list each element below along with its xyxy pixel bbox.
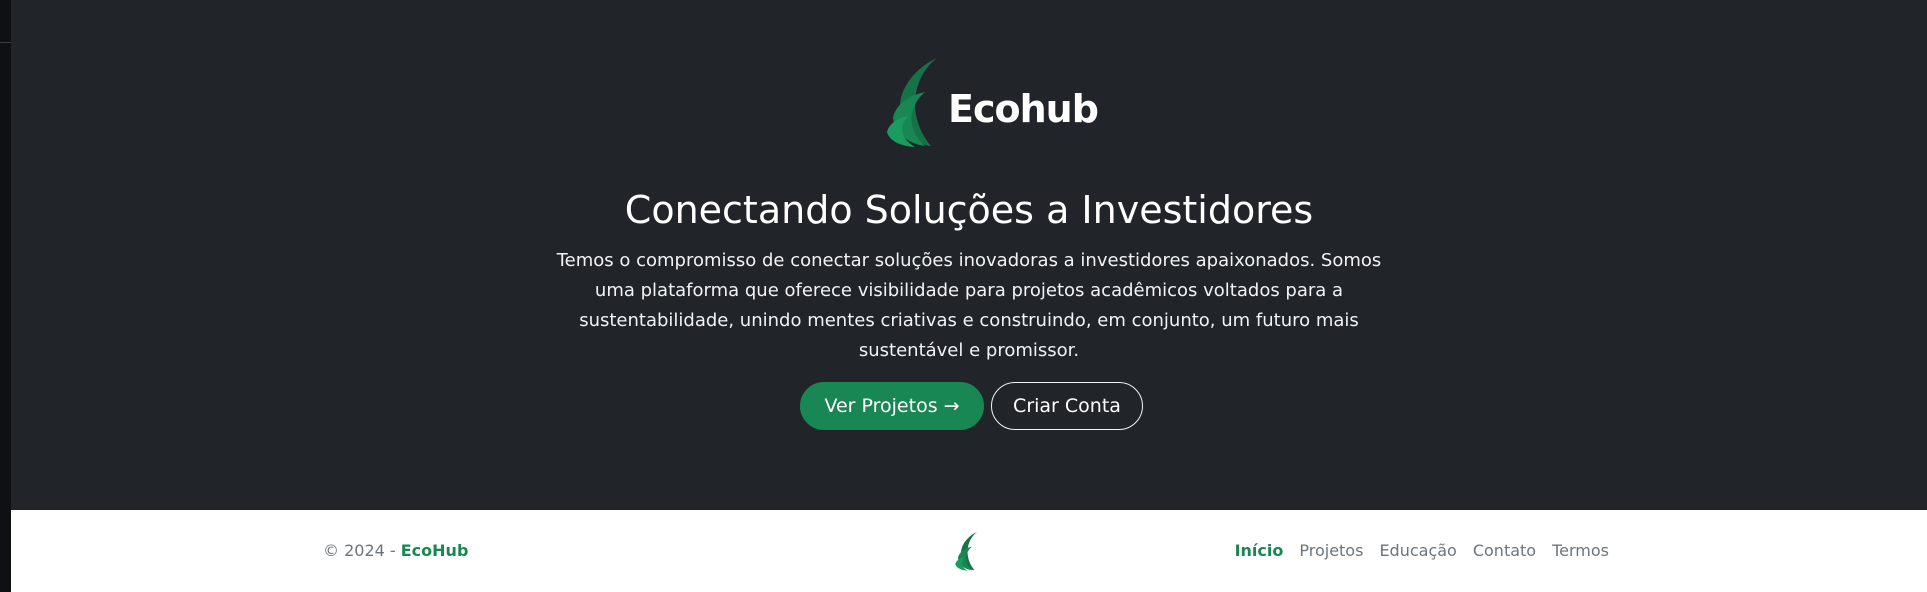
footer-nav-educacao[interactable]: Educação	[1379, 541, 1456, 560]
brand-logo-text: Ecohub	[948, 87, 1099, 131]
footer-nav-termos[interactable]: Termos	[1552, 541, 1609, 560]
leaf-swoosh-icon[interactable]	[951, 530, 985, 572]
copyright-brand-link[interactable]: EcoHub	[401, 541, 469, 560]
create-account-button[interactable]: Criar Conta	[991, 382, 1143, 430]
footer-nav-projetos[interactable]: Projetos	[1299, 541, 1363, 560]
footer-nav-contato[interactable]: Contato	[1473, 541, 1536, 560]
footer-nav-inicio[interactable]: Início	[1235, 541, 1284, 560]
hero-section: Ecohub Conectando Soluções a Investidore…	[11, 0, 1927, 510]
footer-nav: Início Projetos Educação Contato Termos	[1235, 541, 1609, 560]
brand-logo: Ecohub	[881, 54, 1101, 150]
view-projects-button[interactable]: Ver Projetos →	[800, 382, 984, 430]
left-edge-strip	[0, 0, 11, 592]
hero-title: Conectando Soluções a Investidores	[624, 188, 1314, 232]
view-projects-label: Ver Projetos	[824, 395, 938, 417]
arrow-right-icon: →	[943, 395, 960, 417]
copyright: © 2024 - EcoHub	[323, 541, 468, 560]
leaf-swoosh-icon	[887, 58, 937, 147]
left-edge-divider	[0, 42, 11, 43]
copyright-prefix: © 2024 -	[323, 541, 401, 560]
create-account-label: Criar Conta	[1013, 395, 1121, 417]
hero-description: Temos o compromisso de conectar soluções…	[556, 250, 1382, 361]
footer: © 2024 - EcoHub Início Projetos Educação…	[11, 510, 1927, 592]
